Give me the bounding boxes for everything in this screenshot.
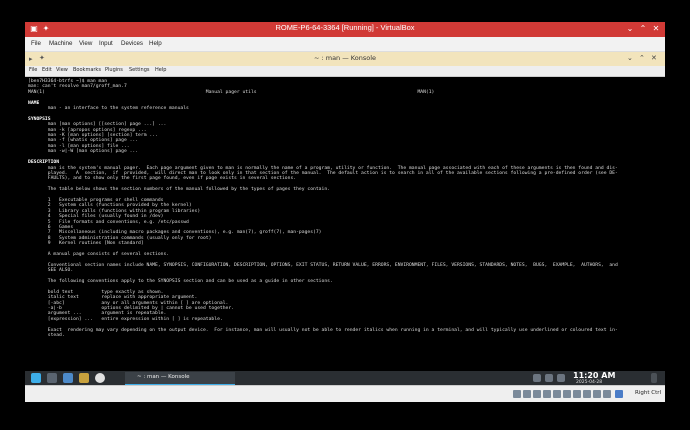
app-launcher-icon[interactable] [31, 373, 41, 383]
keyboard-icon[interactable] [615, 390, 623, 398]
konsole-close-icon[interactable]: ✕ [651, 54, 657, 62]
konsole-menu-view[interactable]: View [56, 67, 68, 73]
menu-file[interactable]: File [31, 40, 41, 47]
cpu-icon[interactable] [593, 390, 601, 398]
window-titlebar[interactable]: ▣ ✦ ROME-P6-64-3364 [Running] - VirtualB… [25, 22, 665, 37]
terminal-line: 3 Library calls (functions within progra… [28, 208, 201, 214]
terminal-line: 5 File formats and conventions, e.g. /et… [28, 219, 189, 225]
terminal-line: Exact rendering may vary depending on th… [28, 327, 618, 333]
usb-icon[interactable] [553, 390, 561, 398]
virtualbox-menubar: File Machine View Input Devices Help [25, 37, 665, 52]
terminal-line: 9 Kernel routines [Non standard] [28, 241, 144, 247]
terminal-line: 2 System calls (functions provided by th… [28, 203, 192, 209]
terminal-line: SEE ALSO. [28, 268, 74, 274]
terminal-line: FAULTS), and to show only the first page… [28, 176, 297, 182]
konsole-maximize-icon[interactable]: ⌃ [639, 54, 645, 62]
minimize-icon[interactable]: ⌄ [625, 24, 635, 34]
konsole-menubar: File Edit View Bookmarks Plugins Setting… [25, 66, 665, 77]
konsole-minimize-icon[interactable]: ⌄ [627, 54, 633, 62]
terminal-line: The following conventions apply to the S… [28, 279, 333, 285]
terminal-line: Conventional section names include NAME,… [28, 262, 618, 268]
plasma-taskbar: ~ : man — Konsole 11:20 AM 2025-04-28 [25, 371, 665, 386]
window-title: ROME-P6-64-3364 [Running] - VirtualBox [275, 23, 415, 32]
display-icon[interactable] [573, 390, 581, 398]
konsole-launcher-icon[interactable] [63, 373, 73, 383]
terminal-line: stead. [28, 333, 65, 339]
guest-display[interactable]: ▸ ✦ ~ : man — Konsole ⌄ ⌃ ✕ File Edit Vi… [25, 52, 665, 386]
konsole-menu-settings[interactable]: Settings [129, 67, 150, 73]
terminal-line: DESCRIPTION [28, 160, 60, 166]
maximize-icon[interactable]: ⌃ [638, 24, 648, 34]
menu-input[interactable]: Input [99, 40, 113, 47]
taskbar-item-konsole[interactable]: ~ : man — Konsole [125, 372, 235, 386]
file-manager-icon[interactable] [79, 373, 89, 383]
tray-notifications-icon[interactable] [557, 374, 565, 382]
terminal-line: man: can't resolve man7/groff_man.7 [28, 84, 127, 90]
virtualbox-window: ▣ ✦ ROME-P6-64-3364 [Running] - VirtualB… [25, 22, 665, 402]
virtualbox-statusbar: Right Ctrl [25, 385, 665, 402]
konsole-menu-file[interactable]: File [29, 67, 37, 73]
terminal-view[interactable]: [ben7H3364-btrfs ~]$ man man man: can't … [25, 77, 665, 371]
terminal-line: [expression] ... entire expression withi… [28, 316, 223, 322]
konsole-titlebar[interactable]: ▸ ✦ ~ : man — Konsole ⌄ ⌃ ✕ [25, 52, 665, 66]
tray-volume-icon[interactable] [533, 374, 541, 382]
hard-disk-icon[interactable] [513, 390, 521, 398]
terminal-line: 4 Special files (usually found in /dev) [28, 214, 164, 220]
terminal-line: A manual page consists of several sectio… [28, 252, 170, 257]
audio-icon[interactable] [533, 390, 541, 398]
terminal-line: 7 Miscellaneous (including macro package… [28, 230, 322, 236]
optical-drive-icon[interactable] [523, 390, 531, 398]
network-icon[interactable] [543, 390, 551, 398]
recording-icon[interactable] [583, 390, 591, 398]
terminal-line: man -w|-W [man options] page ... [28, 149, 139, 155]
show-desktop-icon[interactable] [651, 373, 657, 383]
konsole-title: ~ : man — Konsole [313, 54, 377, 62]
clock-time[interactable]: 11:20 AM [573, 371, 615, 380]
terminal-line: italic text replace with appropriate arg… [28, 295, 198, 301]
menu-machine[interactable]: Machine [49, 40, 72, 47]
terminal-line: man -k [apropos options] regexp ... [28, 127, 147, 133]
taskbar-item-label: ~ : man — Konsole [137, 374, 190, 380]
terminal-line: man - an interface to the system referen… [28, 106, 189, 112]
menu-help[interactable]: Help [149, 40, 162, 47]
konsole-menu-help[interactable]: Help [155, 67, 166, 73]
pager-icon[interactable] [47, 373, 57, 383]
mouse-integration-icon[interactable] [603, 390, 611, 398]
shared-folders-icon[interactable] [563, 390, 571, 398]
terminal-line: [-abc] any or all arguments within [ ] a… [28, 300, 229, 306]
terminal-line: argument ... argument is repeatable. [28, 311, 167, 317]
konsole-menu-plugins[interactable]: Plugins [105, 67, 123, 73]
terminal-line: man is the system's manual pager. Each p… [28, 165, 618, 171]
host-key-label: Right Ctrl [635, 390, 662, 396]
konsole-menu-edit[interactable]: Edit [42, 67, 52, 73]
browser-icon[interactable] [95, 373, 105, 383]
terminal-output: [ben7H3364-btrfs ~]$ man man man: can't … [28, 79, 658, 339]
menu-view[interactable]: View [79, 40, 92, 47]
terminal-line: man [man options] [[section] page ...] .… [28, 122, 167, 128]
konsole-menu-bookmarks[interactable]: Bookmarks [73, 67, 101, 73]
close-icon[interactable]: ✕ [651, 24, 661, 34]
terminal-line: man -f [whatis options] page ... [28, 138, 139, 144]
terminal-line: NAME [28, 100, 40, 106]
tray-network-icon[interactable] [545, 374, 553, 382]
menu-devices[interactable]: Devices [121, 40, 143, 47]
terminal-line: The table below shows the section number… [28, 187, 330, 193]
terminal-line: MAN(1) Manual pager utils MAN(1) [28, 89, 435, 95]
